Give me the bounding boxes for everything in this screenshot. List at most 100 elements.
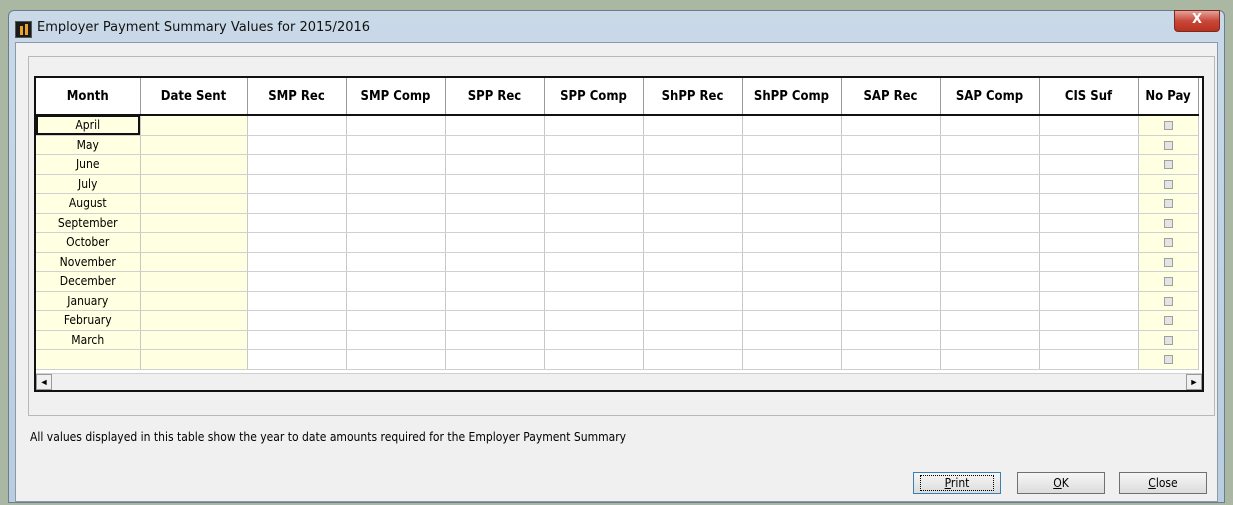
value-cell[interactable] [643,135,743,155]
value-cell[interactable] [445,310,545,331]
value-cell[interactable] [346,154,446,175]
no-pay-cell[interactable] [1138,193,1199,214]
date-sent-cell[interactable] [140,252,248,272]
value-cell[interactable] [742,135,842,155]
value-cell[interactable] [445,115,545,136]
column-header[interactable]: No Pay [1138,78,1199,116]
date-sent-cell[interactable] [140,154,248,175]
value-cell[interactable] [643,310,743,331]
value-cell[interactable] [742,291,842,311]
value-cell[interactable] [1039,330,1139,350]
value-cell[interactable] [940,193,1040,214]
value-cell[interactable] [445,349,545,370]
no-pay-cell[interactable] [1138,349,1199,370]
value-cell[interactable] [445,252,545,272]
value-cell[interactable] [1039,271,1139,292]
value-cell[interactable] [643,193,743,214]
no-pay-cell[interactable] [1138,310,1199,331]
value-cell[interactable] [544,135,644,155]
value-cell[interactable] [940,213,1040,233]
value-cell[interactable] [841,330,941,350]
value-cell[interactable] [940,135,1040,155]
value-cell[interactable] [940,174,1040,194]
column-header[interactable]: Date Sent [140,78,248,116]
value-cell[interactable] [346,271,446,292]
value-cell[interactable] [940,330,1040,350]
date-sent-cell[interactable] [140,330,248,350]
value-cell[interactable] [544,115,644,136]
value-cell[interactable] [1039,310,1139,331]
value-cell[interactable] [940,115,1040,136]
value-cell[interactable] [643,213,743,233]
month-cell[interactable]: March [36,330,141,350]
value-cell[interactable] [841,213,941,233]
no-pay-cell[interactable] [1138,135,1199,155]
no-pay-checkbox[interactable] [1163,277,1173,287]
value-cell[interactable] [742,349,842,370]
value-cell[interactable] [1039,349,1139,370]
no-pay-checkbox[interactable] [1163,160,1173,170]
value-cell[interactable] [1039,154,1139,175]
date-sent-cell[interactable] [140,135,248,155]
value-cell[interactable] [1039,174,1139,194]
value-cell[interactable] [544,213,644,233]
ok-button[interactable]: OK [1017,472,1105,494]
value-cell[interactable] [346,291,446,311]
value-cell[interactable] [445,193,545,214]
no-pay-cell[interactable] [1138,174,1199,194]
column-header[interactable]: SMP Rec [247,78,347,116]
value-cell[interactable] [841,193,941,214]
value-cell[interactable] [346,310,446,331]
value-cell[interactable] [1039,291,1139,311]
date-sent-cell[interactable] [140,310,248,331]
value-cell[interactable] [643,232,743,253]
value-cell[interactable] [1039,213,1139,233]
scroll-right-button[interactable]: ► [1186,374,1202,390]
value-cell[interactable] [643,174,743,194]
value-cell[interactable] [940,291,1040,311]
value-cell[interactable] [1039,135,1139,155]
month-cell[interactable]: January [36,291,141,311]
no-pay-checkbox[interactable] [1163,140,1173,150]
value-cell[interactable] [544,349,644,370]
month-cell[interactable]: July [36,174,141,194]
month-cell[interactable]: September [36,213,141,233]
value-cell[interactable] [742,252,842,272]
value-cell[interactable] [544,252,644,272]
value-cell[interactable] [346,213,446,233]
value-cell[interactable] [841,252,941,272]
value-cell[interactable] [544,310,644,331]
no-pay-checkbox[interactable] [1163,218,1173,228]
value-cell[interactable] [445,174,545,194]
date-sent-cell[interactable] [140,174,248,194]
value-cell[interactable] [742,193,842,214]
column-header[interactable]: SPP Rec [445,78,545,116]
date-sent-cell[interactable] [140,213,248,233]
value-cell[interactable] [346,232,446,253]
month-cell[interactable]: October [36,232,141,253]
value-cell[interactable] [445,135,545,155]
no-pay-checkbox[interactable] [1163,257,1173,267]
value-cell[interactable] [247,115,347,136]
scroll-left-button[interactable]: ◄ [36,374,52,390]
no-pay-cell[interactable] [1138,330,1199,350]
column-header[interactable]: SAP Rec [841,78,941,116]
month-cell[interactable]: May [36,135,141,155]
payment-summary-grid[interactable]: Month Date Sent SMP Rec SMP Comp SPP Rec SPP … [34,76,1204,392]
window-close-button[interactable]: X [1174,10,1220,32]
value-cell[interactable] [841,310,941,331]
value-cell[interactable] [742,330,842,350]
column-header[interactable]: SAP Comp [940,78,1040,116]
no-pay-cell[interactable] [1138,154,1199,175]
value-cell[interactable] [940,252,1040,272]
month-cell[interactable]: June [36,154,141,175]
no-pay-cell[interactable] [1138,232,1199,253]
value-cell[interactable] [643,252,743,272]
value-cell[interactable] [247,349,347,370]
value-cell[interactable] [346,330,446,350]
horizontal-scrollbar[interactable]: ◄ ► [36,373,1202,390]
value-cell[interactable] [841,174,941,194]
value-cell[interactable] [445,154,545,175]
value-cell[interactable] [841,154,941,175]
month-cell[interactable] [36,349,141,370]
